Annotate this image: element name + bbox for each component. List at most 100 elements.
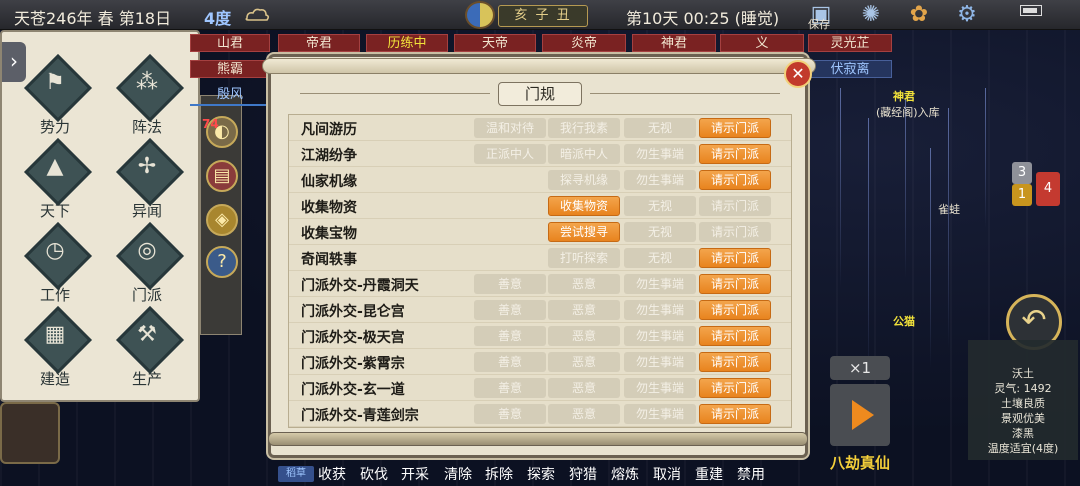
rule-option-button[interactable]: 善意 bbox=[474, 326, 546, 346]
rule-option-button[interactable]: 请示门派 bbox=[699, 378, 771, 398]
bg-tab[interactable]: 帝君 bbox=[278, 34, 360, 52]
rule-option-button[interactable]: 无视 bbox=[624, 248, 696, 268]
rule-option-button[interactable]: 请示门派 bbox=[699, 352, 771, 372]
map-label[interactable]: 神君 bbox=[893, 88, 915, 104]
rule-option-button[interactable]: 善意 bbox=[474, 352, 546, 372]
rule-option-button[interactable]: 恶意 bbox=[548, 300, 620, 320]
gear-icon[interactable]: ⚙ bbox=[952, 2, 982, 28]
rule-option-button[interactable]: 勿生事端 bbox=[624, 274, 696, 294]
bg-tab[interactable]: 熊霸 bbox=[190, 60, 270, 78]
rule-option-button[interactable]: 勿生事端 bbox=[624, 326, 696, 346]
bg-tab[interactable]: 天帝 bbox=[454, 34, 536, 52]
rule-option-button[interactable]: 暗派中人 bbox=[548, 144, 620, 164]
save-label[interactable]: 保存 bbox=[808, 16, 830, 32]
command-demolish[interactable]: 拆除 bbox=[485, 464, 513, 484]
rule-option-button[interactable]: 无视 bbox=[624, 196, 696, 216]
bg-tab[interactable]: 炎帝 bbox=[542, 34, 626, 52]
bg-tab[interactable]: 山君 bbox=[190, 34, 270, 52]
menu-item-formation[interactable]: ⁂ 阵法 bbox=[110, 56, 184, 144]
compass-icon[interactable]: ✺ bbox=[856, 2, 886, 28]
command-clear[interactable]: 清除 bbox=[444, 464, 472, 484]
rule-option-button[interactable]: 请示门派 bbox=[699, 196, 771, 216]
map-label[interactable]: 公猫 bbox=[893, 313, 915, 329]
menu-item-build[interactable]: ▦ 建造 bbox=[18, 308, 92, 396]
command-hunt[interactable]: 狩猎 bbox=[569, 464, 597, 484]
rule-option-button[interactable]: 请示门派 bbox=[699, 222, 771, 242]
rules-list[interactable]: 凡间游历 温和对待 我行我素 无视 请示门派 江湖纷争 正派中人 暗派中人 勿生事端 请示门派 仙家… bbox=[288, 114, 792, 428]
rule-option-button[interactable]: 探寻机缘 bbox=[548, 170, 620, 190]
status-badge[interactable]: 1 bbox=[1012, 184, 1032, 206]
rule-option-button[interactable]: 请示门派 bbox=[699, 170, 771, 190]
rule-option-button[interactable]: 勿生事端 bbox=[624, 170, 696, 190]
command-cancel[interactable]: 取消 bbox=[653, 464, 681, 484]
bg-tab[interactable]: 历练中 bbox=[366, 34, 448, 52]
command-selected[interactable]: 稻草 bbox=[278, 466, 314, 482]
rule-option-button[interactable]: 恶意 bbox=[548, 274, 620, 294]
rule-option-button[interactable]: 恶意 bbox=[548, 326, 620, 346]
bg-tab[interactable]: 义 bbox=[720, 34, 804, 52]
rule-option-button[interactable]: 请示门派 bbox=[699, 118, 771, 138]
bg-tab[interactable]: 灵光芷 bbox=[808, 34, 892, 52]
rule-option-button[interactable]: 勿生事端 bbox=[624, 378, 696, 398]
rule-option-button[interactable]: 请示门派 bbox=[699, 326, 771, 346]
rule-option-button[interactable]: 请示门派 bbox=[699, 300, 771, 320]
status-badge[interactable]: 3 bbox=[1012, 162, 1032, 184]
building-icon: ▦ bbox=[26, 308, 84, 366]
bg-tab[interactable]: 殷风 bbox=[190, 86, 270, 104]
status-badge[interactable]: 4 bbox=[1036, 172, 1060, 206]
rule-option-button[interactable]: 我行我素 bbox=[548, 118, 620, 138]
menu-item-produce[interactable]: ⚒ 生产 bbox=[110, 308, 184, 396]
snail-icon: ◎ bbox=[118, 224, 176, 282]
menu-item-sect[interactable]: ◎ 门派 bbox=[110, 224, 184, 312]
rule-option-button[interactable]: 请示门派 bbox=[699, 144, 771, 164]
card-icon[interactable]: ▤ bbox=[206, 160, 238, 192]
rule-option-button[interactable]: 恶意 bbox=[548, 378, 620, 398]
command-explore[interactable]: 探索 bbox=[527, 464, 555, 484]
rule-option-button[interactable]: 收集物资 bbox=[548, 196, 620, 216]
rule-option-button[interactable]: 善意 bbox=[474, 378, 546, 398]
bg-tab[interactable]: 神君 bbox=[632, 34, 716, 52]
rule-option-button[interactable]: 温和对待 bbox=[474, 118, 546, 138]
rule-option-button[interactable]: 勿生事端 bbox=[624, 352, 696, 372]
rule-option-button[interactable]: 恶意 bbox=[548, 352, 620, 372]
menu-item-world[interactable]: ▲ 天下 bbox=[18, 140, 92, 228]
command-rebuild[interactable]: 重建 bbox=[695, 464, 723, 484]
rule-option-button[interactable]: 勿生事端 bbox=[624, 300, 696, 320]
rule-option-button[interactable]: 勿生事端 bbox=[624, 144, 696, 164]
close-icon[interactable]: ✕ bbox=[784, 60, 812, 88]
play-icon[interactable] bbox=[830, 384, 890, 446]
help-icon[interactable]: ? bbox=[206, 246, 238, 278]
rule-option-button[interactable]: 请示门派 bbox=[699, 404, 771, 424]
command-disable[interactable]: 禁用 bbox=[737, 464, 765, 484]
menu-item-work[interactable]: ◷ 工作 bbox=[18, 224, 92, 312]
yinyang-icon[interactable] bbox=[465, 1, 495, 29]
rule-option-button[interactable]: 无视 bbox=[624, 118, 696, 138]
rule-option-button[interactable]: 善意 bbox=[474, 274, 546, 294]
command-harvest[interactable]: 收获 bbox=[318, 464, 346, 484]
rule-option-button[interactable]: 善意 bbox=[474, 404, 546, 424]
game-speed-button[interactable]: ×1 bbox=[830, 356, 890, 380]
rule-option-button[interactable]: 打听探索 bbox=[548, 248, 620, 268]
event-title[interactable]: 八劫真仙 bbox=[830, 452, 890, 473]
rule-option-button[interactable]: 无视 bbox=[624, 222, 696, 242]
command-smelt[interactable]: 熔炼 bbox=[611, 464, 639, 484]
palette-icon[interactable]: ✿ bbox=[904, 2, 934, 28]
map-label[interactable]: 雀蛙 bbox=[938, 201, 960, 217]
rule-option-button[interactable]: 请示门派 bbox=[699, 248, 771, 268]
command-mine[interactable]: 开采 bbox=[401, 464, 429, 484]
rule-option-button[interactable]: 正派中人 bbox=[474, 144, 546, 164]
coin-icon[interactable]: ◈ bbox=[206, 204, 238, 236]
command-chop[interactable]: 砍伐 bbox=[360, 464, 388, 484]
bg-tab[interactable]: 伏寂离 bbox=[808, 60, 892, 78]
rule-row: 门派外交-玄一道 善意 恶意 勿生事端 请示门派 bbox=[289, 375, 791, 401]
menu-item-faction[interactable]: ⚑ 势力 bbox=[18, 56, 92, 144]
menu-item-rumors[interactable]: ✢ 异闻 bbox=[110, 140, 184, 228]
rule-option-button[interactable]: 恶意 bbox=[548, 404, 620, 424]
disciple-avatar[interactable] bbox=[0, 402, 60, 464]
rule-option-button[interactable]: 善意 bbox=[474, 300, 546, 320]
menu-item-label: 异闻 bbox=[131, 202, 162, 220]
battery-icon bbox=[1020, 5, 1042, 16]
rule-option-button[interactable]: 尝试搜寻 bbox=[548, 222, 620, 242]
rule-option-button[interactable]: 勿生事端 bbox=[624, 404, 696, 424]
rule-option-button[interactable]: 请示门派 bbox=[699, 274, 771, 294]
